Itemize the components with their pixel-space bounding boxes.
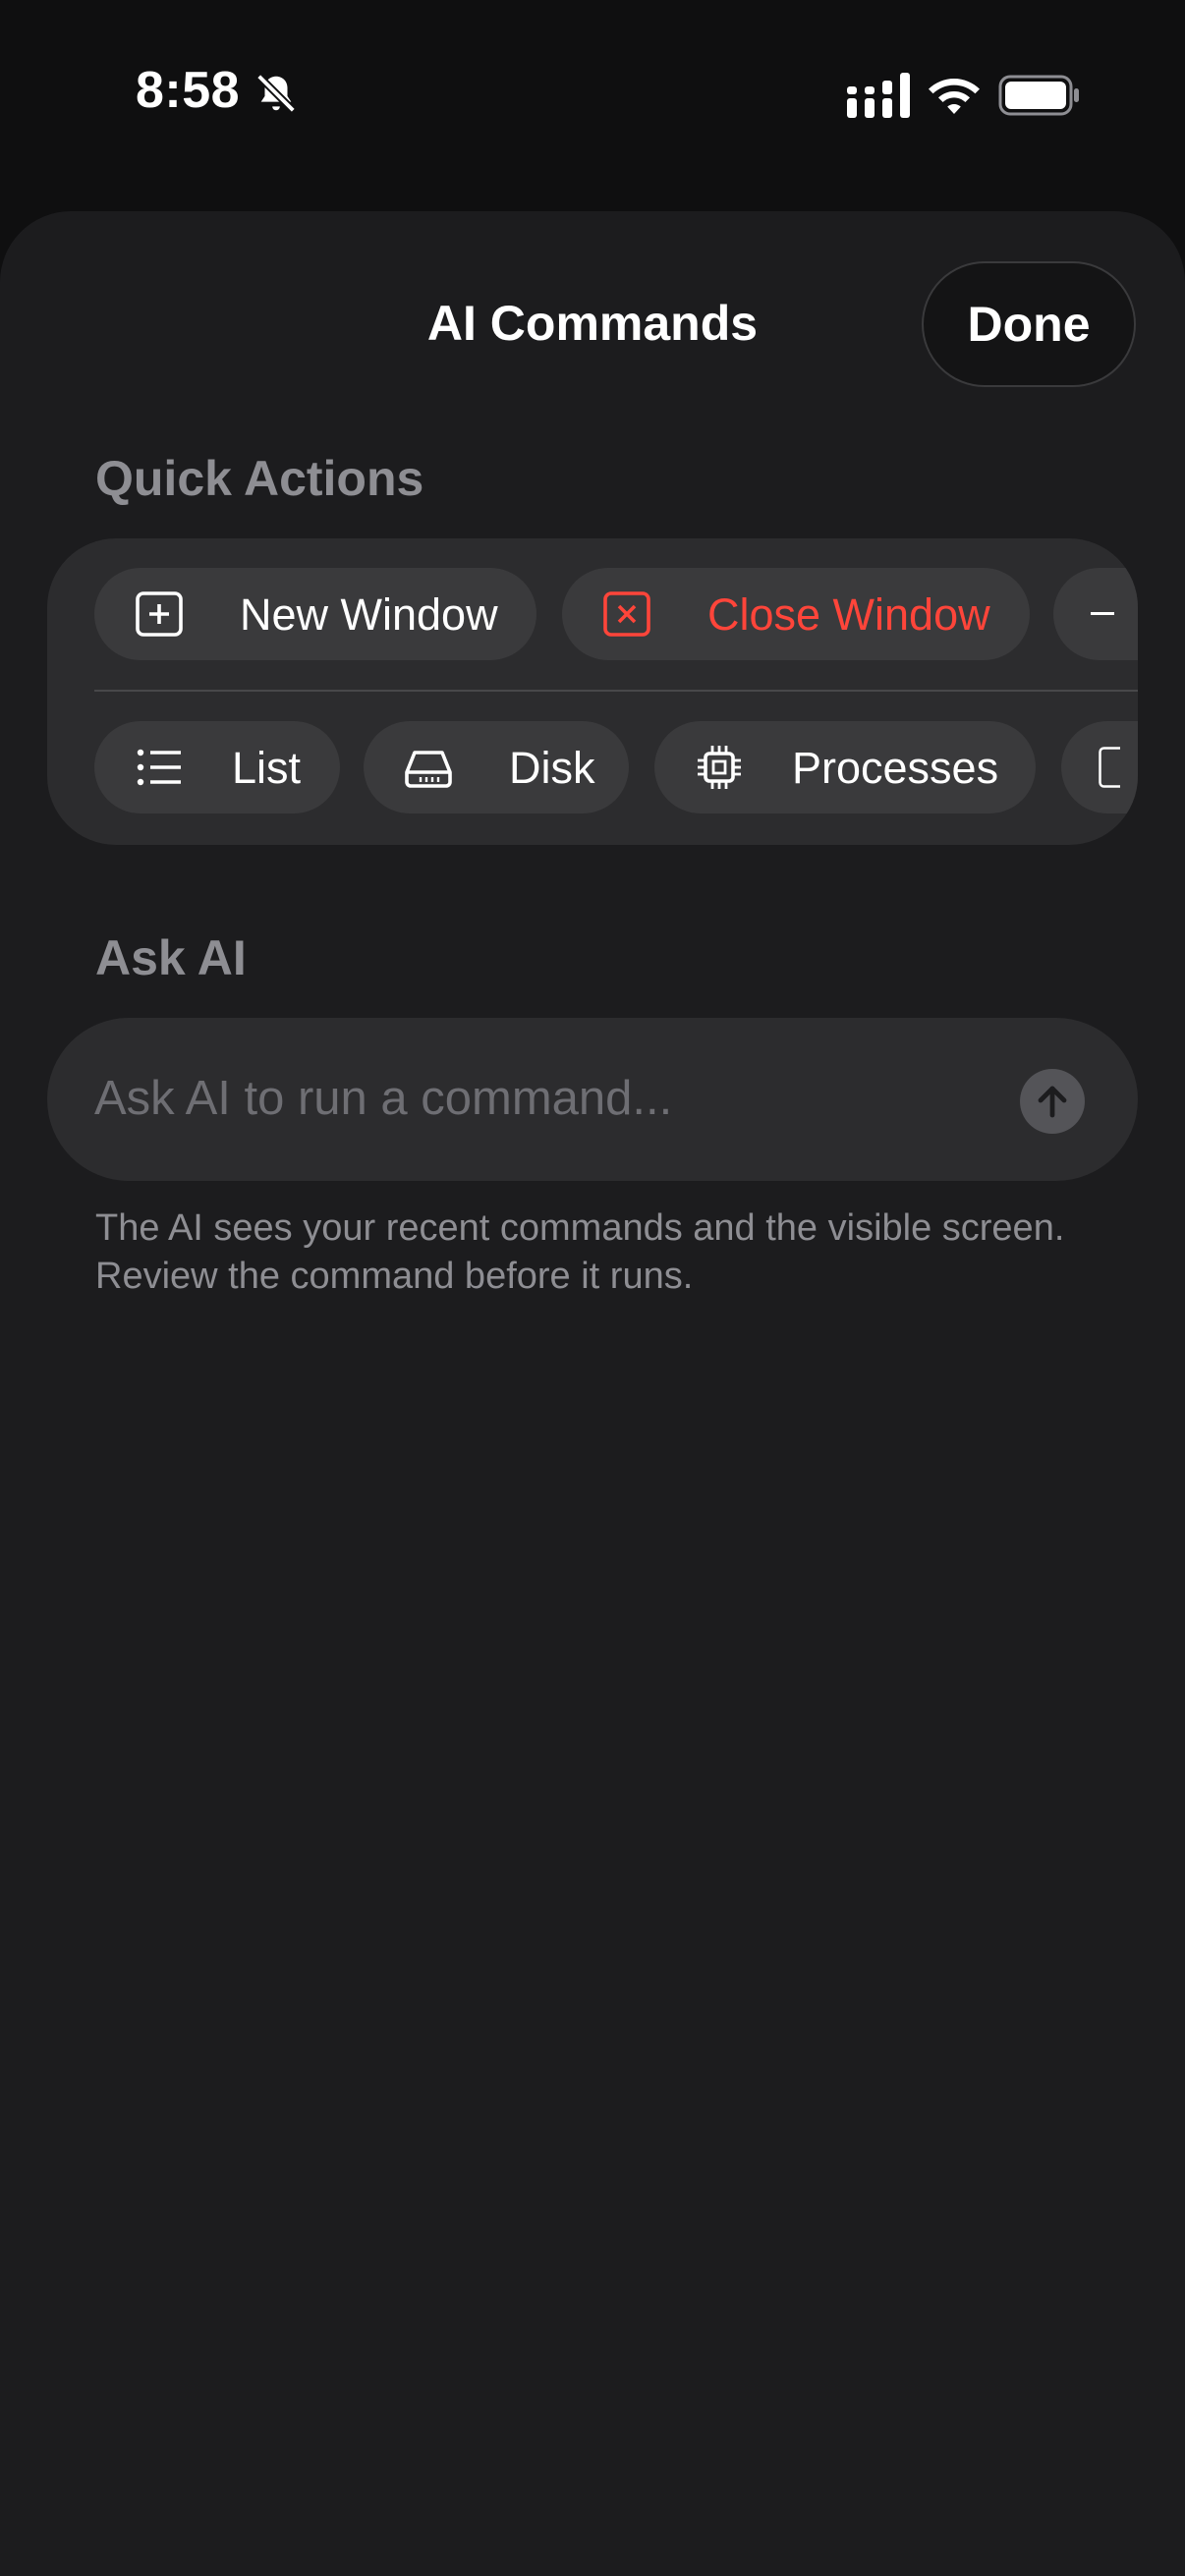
- quick-actions-row[interactable]: List Disk Processes: [94, 721, 1138, 813]
- chip-label: Processes: [792, 743, 999, 793]
- screen: 8:58 AI Commands Done Quick Actions New …: [0, 0, 1185, 2576]
- ask-ai-field[interactable]: [47, 1018, 1138, 1181]
- chip-label: List: [232, 743, 302, 793]
- quick-actions-row[interactable]: New Window Close Window: [94, 568, 1138, 660]
- divider: [94, 690, 1138, 692]
- status-bar: 8:58: [0, 0, 1185, 196]
- ask-ai-hint: The AI sees your recent commands and the…: [95, 1207, 1065, 1297]
- list-icon: [137, 749, 181, 786]
- arrow-up-icon: [1038, 1086, 1067, 1118]
- quick-action-chip-partial[interactable]: [1061, 721, 1138, 813]
- cpu-chip-icon: [698, 746, 741, 789]
- quick-actions-header: Quick Actions: [95, 451, 424, 506]
- partial-chip-icon: [1091, 612, 1114, 615]
- disk-drive-icon: [405, 751, 452, 788]
- chip-label: Close Window: [707, 589, 990, 640]
- chip-label: Disk: [509, 743, 595, 793]
- ask-ai-input[interactable]: [94, 1047, 1008, 1149]
- status-time: 8:58: [136, 62, 241, 119]
- quick-actions-panel: New Window Close Window List Disk Proces…: [47, 538, 1138, 845]
- bell-slash-icon: [256, 74, 296, 113]
- partial-chip-icon: [1099, 747, 1120, 788]
- done-button[interactable]: Done: [922, 261, 1136, 387]
- wifi-icon: [929, 79, 980, 114]
- chip-label: New Window: [240, 589, 498, 640]
- disk-chip[interactable]: Disk: [364, 721, 629, 813]
- list-chip[interactable]: List: [94, 721, 340, 813]
- battery-icon: [998, 75, 1079, 116]
- close-window-chip[interactable]: Close Window: [562, 568, 1030, 660]
- quick-action-chip-partial[interactable]: [1053, 568, 1138, 660]
- xmark-square-icon: [603, 591, 650, 637]
- new-window-chip[interactable]: New Window: [94, 568, 536, 660]
- processes-chip[interactable]: Processes: [654, 721, 1036, 813]
- send-button[interactable]: [1020, 1069, 1085, 1134]
- ask-ai-header: Ask AI: [95, 930, 247, 985]
- cellular-signal-icon: [847, 73, 910, 118]
- plus-square-icon: [136, 591, 183, 637]
